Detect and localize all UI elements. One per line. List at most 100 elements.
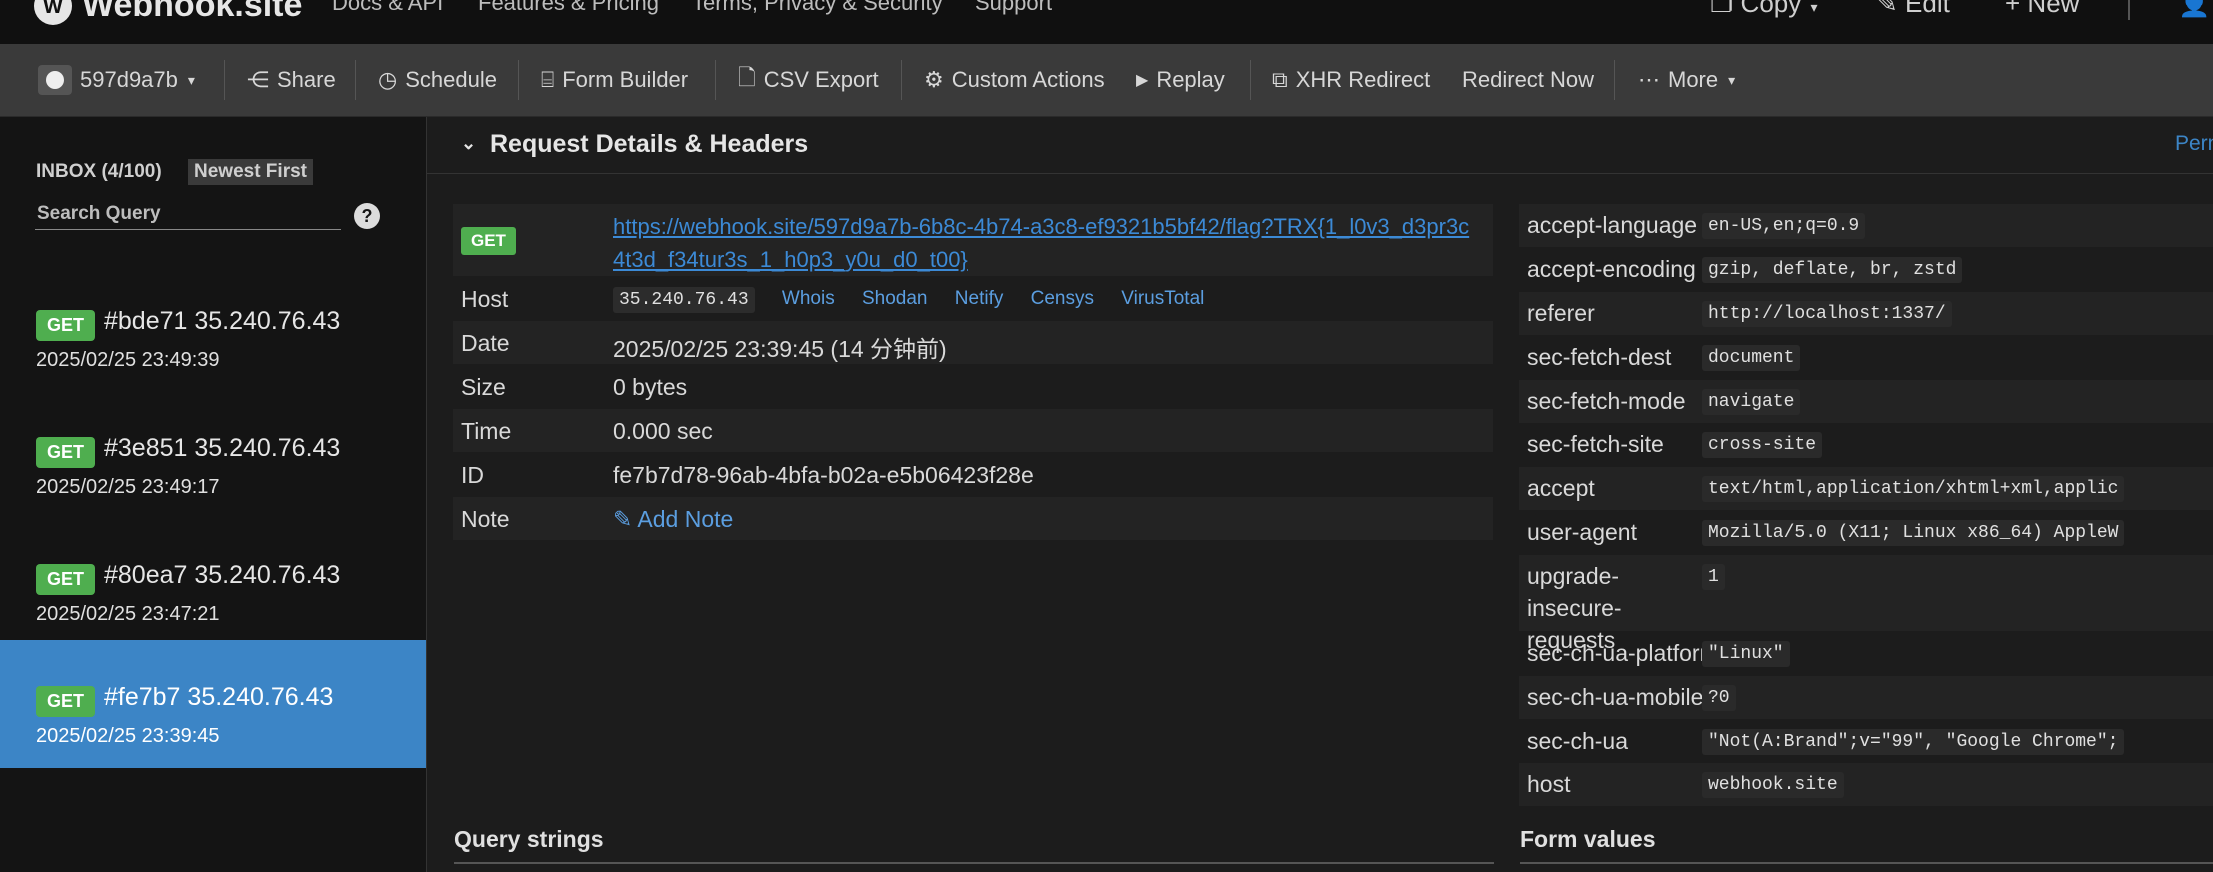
date-label: Date [461, 330, 510, 356]
request-title: #bde71 35.240.76.43 [104, 307, 341, 335]
toolbar: 597d9a7b ▾ ⋲ Share ◷ Schedule ⌸ Form Builde… [0, 44, 2213, 117]
header-key: host [1527, 771, 1571, 797]
query-strings-heading: Query strings [454, 826, 604, 852]
censys-link[interactable]: Censys [1031, 288, 1094, 309]
header-row: accept text/html,application/xhtml+xml,a… [1519, 467, 2213, 510]
external-link-icon: ⧉ [1272, 67, 1288, 92]
token-label: 597d9a7b [80, 67, 178, 92]
request-item[interactable]: GET #bde71 35.240.76.43 2025/02/25 23:49… [0, 275, 426, 401]
header-row: host webhook.site [1519, 763, 2213, 806]
copy-button[interactable]: ❐ Copy ▾ [1710, 0, 1818, 19]
id-row: ID fe7b7d78-96ab-4bfa-b02a-e5b06423f28e [453, 453, 1493, 496]
custom-actions-button[interactable]: ⚙ Custom Actions [924, 44, 1105, 116]
request-timestamp: 2025/02/25 23:49:39 [36, 349, 220, 371]
help-icon[interactable]: ? [354, 203, 380, 229]
toolbar-divider [715, 60, 716, 100]
new-button[interactable]: + New [2005, 0, 2079, 19]
request-timestamp: 2025/02/25 23:49:17 [36, 476, 220, 498]
header-row: user-agent Mozilla/5.0 (X11; Linux x86_6… [1519, 511, 2213, 554]
header-key: referer [1527, 300, 1595, 326]
header-key: sec-ch-ua [1527, 728, 1628, 754]
id-value: fe7b7d78-96ab-4bfa-b02a-e5b06423f28e [613, 462, 1034, 488]
xhr-redirect-button[interactable]: ⧉ XHR Redirect [1272, 44, 1430, 116]
method-badge: GET [36, 564, 96, 595]
header-row: sec-ch-ua "Not(A:Brand";v="99", "Google … [1519, 720, 2213, 763]
query-strings-divider [454, 862, 1494, 864]
redirect-now-button[interactable]: Redirect Now [1462, 44, 1594, 116]
size-value: 0 bytes [613, 374, 688, 400]
share-icon: ⋲ [247, 67, 269, 92]
replay-button[interactable]: ▶ Replay [1136, 44, 1225, 116]
request-item[interactable]: GET #3e851 35.240.76.43 2025/02/25 23:49… [0, 402, 426, 528]
chevron-down-icon: ▾ [187, 71, 195, 88]
chevron-down-icon: ▾ [1810, 0, 1818, 15]
brand-logo[interactable]: w Webhook.site [34, 0, 302, 25]
section-title: Request Details & Headers [490, 130, 809, 158]
toolbar-divider [518, 60, 519, 100]
section-header[interactable]: ⌄ Request Details & Headers Permalink [427, 117, 2213, 174]
netify-link[interactable]: Netify [955, 288, 1004, 309]
request-item-selected[interactable]: GET #fe7b7 35.240.76.43 2025/02/25 23:39… [0, 640, 426, 768]
more-dropdown[interactable]: ⋯ More ▾ [1638, 44, 1735, 116]
header-key: sec-ch-ua-platform [1527, 640, 1719, 666]
request-details-panel: ⌄ Request Details & Headers Permalink GE… [427, 117, 2213, 872]
request-title: #fe7b7 35.240.76.43 [104, 683, 334, 711]
ellipsis-icon: ⋯ [1638, 67, 1660, 92]
method-badge: GET [36, 310, 96, 341]
permalink-link[interactable]: Permalink [2175, 132, 2213, 156]
plus-icon: + [2005, 0, 2028, 18]
size-row: Size 0 bytes [453, 365, 1493, 408]
clock-icon: ◷ [378, 67, 398, 92]
play-icon: ▶ [1136, 72, 1149, 89]
pencil-icon: ✎ [613, 506, 633, 532]
navbar-divider [2128, 0, 2130, 20]
sort-toggle[interactable]: Newest First [188, 159, 313, 185]
user-icon[interactable]: 👤 [2178, 0, 2210, 19]
header-value: en-US,en;q=0.9 [1702, 213, 1866, 239]
webhook-logo-icon: w [34, 0, 72, 25]
top-navbar: w Webhook.site Docs & API Features & Pri… [0, 0, 2213, 44]
nav-terms-privacy[interactable]: Terms, Privacy & Security [692, 0, 943, 16]
shodan-link[interactable]: Shodan [862, 288, 928, 309]
method-badge: GET [36, 437, 96, 468]
header-row: sec-ch-ua-mobile ?0 [1519, 676, 2213, 719]
whois-link[interactable]: Whois [782, 288, 835, 309]
share-button[interactable]: ⋲ Share [247, 44, 336, 116]
form-icon: ⌸ [541, 67, 555, 92]
chevron-down-icon[interactable]: ⌄ [461, 133, 476, 154]
request-item[interactable]: GET #80ea7 35.240.76.43 2025/02/25 23:47… [0, 529, 426, 655]
header-key: sec-fetch-dest [1527, 344, 1672, 370]
header-value: text/html,application/xhtml+xml,applic [1702, 476, 2125, 502]
header-value: "Not(A:Brand";v="99", "Google Chrome"; [1702, 729, 2125, 755]
brand-name: Webhook.site [82, 0, 303, 24]
search-input[interactable] [35, 199, 341, 230]
request-timestamp: 2025/02/25 23:39:45 [36, 725, 220, 747]
header-value: gzip, deflate, br, zstd [1702, 257, 1963, 283]
token-icon [38, 65, 72, 95]
toolbar-divider [355, 60, 356, 100]
header-value: Mozilla/5.0 (X11; Linux x86_64) AppleW [1702, 520, 2125, 546]
nav-docs-api[interactable]: Docs & API [332, 0, 443, 16]
nav-features-pricing[interactable]: Features & Pricing [478, 0, 659, 16]
inbox-count: INBOX (4/100) [36, 161, 162, 182]
virustotal-link[interactable]: VirusTotal [1121, 288, 1204, 309]
header-row: sec-ch-ua-platform "Linux" [1519, 632, 2213, 675]
toolbar-divider [901, 60, 902, 100]
header-key: accept-encoding [1527, 256, 1696, 282]
time-row: Time 0.000 sec [453, 409, 1493, 452]
csv-export-button[interactable]: 🗋 CSV Export [738, 44, 879, 116]
schedule-button[interactable]: ◷ Schedule [378, 44, 497, 116]
edit-button[interactable]: ✎ Edit [1876, 0, 1950, 19]
edit-icon: ✎ [1876, 0, 1906, 18]
add-note-button[interactable]: ✎ Add Note [613, 506, 733, 533]
toolbar-divider [1250, 60, 1251, 100]
nav-support[interactable]: Support [975, 0, 1052, 16]
token-dropdown[interactable]: 597d9a7b ▾ [38, 44, 195, 116]
id-label: ID [461, 462, 484, 488]
header-row: accept-language en-US,en;q=0.9 [1519, 204, 2213, 247]
form-builder-button[interactable]: ⌸ Form Builder [541, 44, 688, 116]
header-value: webhook.site [1702, 772, 1844, 798]
request-url-link[interactable]: https://webhook.site/597d9a7b-6b8c-4b74-… [613, 210, 1473, 276]
header-row: sec-fetch-site cross-site [1519, 423, 2213, 466]
host-label: Host [461, 286, 509, 312]
